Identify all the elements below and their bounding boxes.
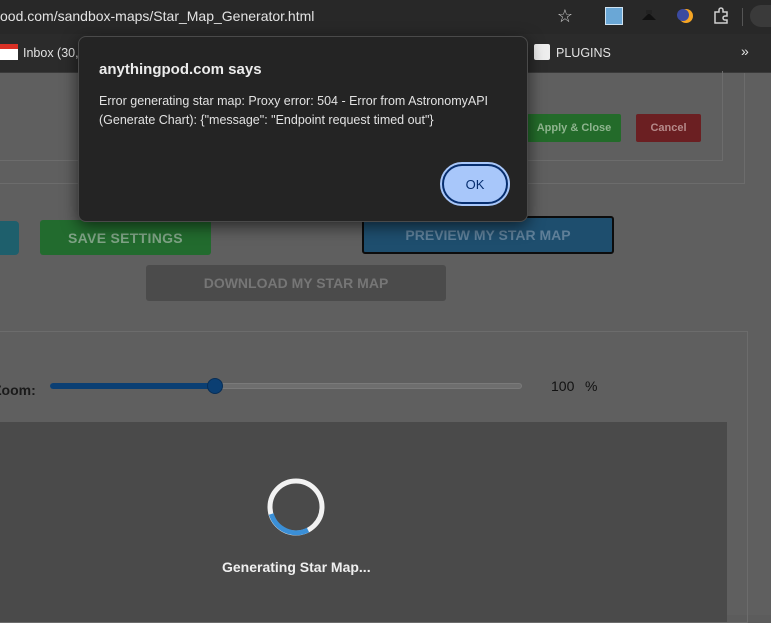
save-settings-button[interactable]: SAVE SETTINGS	[40, 220, 211, 255]
gmail-icon	[0, 44, 18, 60]
extension-image-icon[interactable]	[605, 7, 623, 25]
bookmark-inbox-label: Inbox (30,6	[23, 46, 86, 60]
alert-dialog: anythingpod.com says Error generating st…	[78, 36, 528, 222]
zoom-slider-fill	[50, 383, 216, 389]
star-map-canvas	[0, 422, 727, 622]
bookmark-inbox[interactable]: Inbox (30,6	[0, 44, 86, 60]
download-star-map-button[interactable]: DOWNLOAD MY STAR MAP	[146, 265, 446, 301]
dialog-message: Error generating star map: Proxy error: …	[99, 94, 489, 127]
cancel-button[interactable]: Cancel	[636, 114, 701, 142]
loading-spinner-icon	[267, 478, 325, 536]
url-text[interactable]: ood.com/sandbox-maps/Star_Map_Generator.…	[0, 8, 314, 24]
profile-avatar[interactable]	[750, 5, 771, 27]
dialog-title: anythingpod.com says	[99, 61, 262, 78]
ok-button[interactable]: OK	[440, 162, 510, 206]
zoom-label: Zoom:	[0, 382, 36, 398]
bookmarks-overflow-chevron-icon[interactable]: »	[741, 43, 749, 59]
apply-close-button[interactable]: Apply & Close	[527, 114, 621, 142]
bookmark-plugins-label: PLUGINS	[556, 46, 611, 60]
address-bar[interactable]: ood.com/sandbox-maps/Star_Map_Generator.…	[0, 0, 771, 34]
extension-hat-icon[interactable]	[640, 7, 658, 25]
bookmark-plugins[interactable]: PLUGINS	[534, 44, 611, 60]
extension-moon-icon[interactable]	[677, 7, 695, 25]
bookmark-star-icon[interactable]: ☆	[555, 6, 575, 26]
loading-text: Generating Star Map...	[222, 559, 371, 575]
zoom-unit: %	[585, 378, 598, 394]
teal-button[interactable]	[0, 221, 19, 255]
toolbar-divider	[742, 8, 743, 26]
zoom-value: 100	[551, 378, 575, 394]
plugins-icon	[534, 44, 550, 60]
extensions-puzzle-icon[interactable]	[712, 7, 730, 25]
